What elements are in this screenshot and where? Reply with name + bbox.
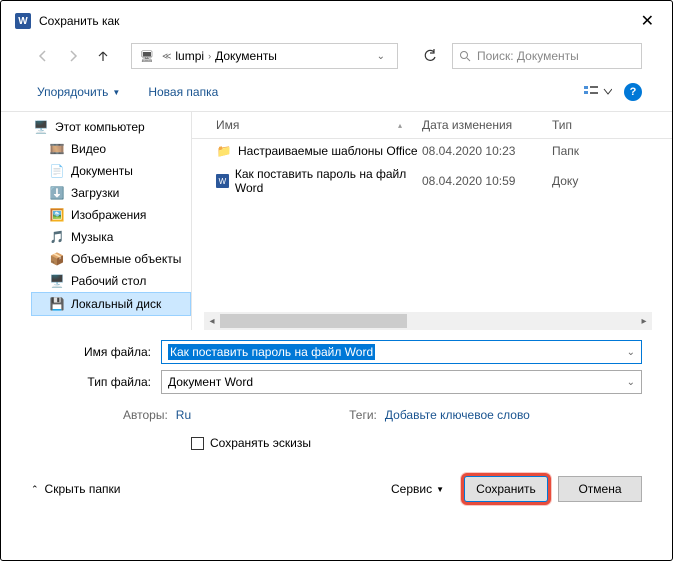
chevron-up-icon: ⌃: [31, 484, 39, 495]
tree-documents[interactable]: 📄Документы: [31, 160, 191, 182]
cancel-button[interactable]: Отмена: [558, 476, 642, 502]
file-row[interactable]: WКак поставить пароль на файл Word 08.04…: [192, 163, 672, 199]
filetype-label: Тип файла:: [31, 375, 161, 389]
organize-menu[interactable]: Упорядочить▼: [31, 81, 126, 103]
save-thumbnail-checkbox[interactable]: [191, 437, 204, 450]
authors-label: Авторы:: [123, 408, 168, 422]
save-form: Имя файла: Как поставить пароль на файл …: [1, 330, 672, 460]
scroll-right-icon[interactable]: ▸: [636, 316, 652, 327]
main-area: 🖥️Этот компьютер 🎞️Видео 📄Документы ⬇️За…: [1, 112, 672, 330]
view-options-button[interactable]: [584, 84, 612, 100]
hide-folders-toggle[interactable]: ⌃ Скрыть папки: [31, 482, 120, 496]
toolbar: Упорядочить▼ Новая папка ?: [1, 73, 672, 112]
search-input[interactable]: Поиск: Документы: [452, 43, 642, 69]
column-headers: Имя▴ Дата изменения Тип: [192, 112, 672, 139]
refresh-button[interactable]: [418, 44, 442, 68]
back-button[interactable]: [31, 44, 55, 68]
chevron-down-icon: ▼: [112, 88, 120, 97]
tree-desktop[interactable]: 🖥️Рабочий стол: [31, 270, 191, 292]
path-segment[interactable]: Документы: [215, 49, 277, 63]
path-segment[interactable]: lumpi: [175, 49, 204, 63]
cube-icon: 📦: [49, 251, 65, 267]
video-icon: 🎞️: [49, 141, 65, 157]
music-icon: 🎵: [49, 229, 65, 245]
tree-3d[interactable]: 📦Объемные объекты: [31, 248, 191, 270]
desktop-icon: 🖥️: [49, 273, 65, 289]
tags-label: Теги:: [349, 408, 377, 422]
file-list: Имя▴ Дата изменения Тип 📁Настраиваемые ш…: [191, 112, 672, 330]
col-date[interactable]: Дата изменения: [422, 118, 552, 132]
tree-local-disk[interactable]: 💾Локальный диск: [31, 292, 191, 316]
titlebar: W Сохранить как ✕: [1, 1, 672, 39]
chevron-down-icon[interactable]: ⌄: [369, 51, 393, 62]
authors-value[interactable]: Ru: [176, 408, 191, 422]
pc-icon: 🖥: [140, 50, 154, 63]
chevron-down-icon[interactable]: ⌄: [627, 347, 635, 358]
col-type[interactable]: Тип: [552, 118, 612, 132]
navigation-bar: 🖥 ≪ lumpi › Документы ⌄ Поиск: Документы: [1, 39, 672, 73]
sort-icon: ▴: [398, 121, 402, 130]
horizontal-scrollbar[interactable]: ◂ ▸: [204, 312, 652, 330]
chevron-right-icon: ›: [208, 51, 211, 61]
word-doc-icon: W: [216, 174, 229, 188]
up-button[interactable]: [91, 44, 115, 68]
downloads-icon: ⬇️: [49, 185, 65, 201]
search-icon: [459, 50, 471, 62]
forward-button[interactable]: [61, 44, 85, 68]
documents-icon: 📄: [49, 163, 65, 179]
chevron-down-icon: ⌄: [627, 377, 635, 388]
close-icon[interactable]: ✕: [637, 11, 658, 31]
sidebar-tree: 🖥️Этот компьютер 🎞️Видео 📄Документы ⬇️За…: [31, 112, 191, 330]
tree-music[interactable]: 🎵Музыка: [31, 226, 191, 248]
address-bar[interactable]: 🖥 ≪ lumpi › Документы ⌄: [131, 43, 398, 69]
pictures-icon: 🖼️: [49, 207, 65, 223]
pc-icon: 🖥️: [33, 119, 49, 135]
filename-label: Имя файла:: [31, 345, 161, 359]
search-placeholder: Поиск: Документы: [477, 49, 579, 63]
footer: ⌃ Скрыть папки Сервис▼ Сохранить Отмена: [1, 460, 672, 512]
filename-input[interactable]: Как поставить пароль на файл Word ⌄: [161, 340, 642, 364]
save-thumbnail-label: Сохранять эскизы: [210, 436, 311, 450]
folder-icon: 📁: [216, 143, 232, 159]
chevron-down-icon: ▼: [436, 485, 444, 494]
save-button[interactable]: Сохранить: [464, 476, 548, 502]
tree-video[interactable]: 🎞️Видео: [31, 138, 191, 160]
window-title: Сохранить как: [39, 14, 637, 28]
file-row[interactable]: 📁Настраиваемые шаблоны Office 08.04.2020…: [192, 139, 672, 163]
scroll-left-icon[interactable]: ◂: [204, 316, 220, 327]
word-app-icon: W: [15, 13, 31, 29]
chevron-right-icon: ≪: [162, 51, 171, 62]
tags-value[interactable]: Добавьте ключевое слово: [385, 408, 530, 422]
col-name[interactable]: Имя▴: [192, 118, 422, 132]
help-icon[interactable]: ?: [624, 83, 642, 101]
tools-menu[interactable]: Сервис▼: [391, 482, 454, 496]
new-folder-button[interactable]: Новая папка: [142, 81, 224, 103]
disk-icon: 💾: [49, 296, 65, 312]
scroll-thumb[interactable]: [220, 314, 407, 328]
filetype-select[interactable]: Документ Word ⌄: [161, 370, 642, 394]
tree-pictures[interactable]: 🖼️Изображения: [31, 204, 191, 226]
tree-this-pc[interactable]: 🖥️Этот компьютер: [31, 116, 191, 138]
tree-downloads[interactable]: ⬇️Загрузки: [31, 182, 191, 204]
